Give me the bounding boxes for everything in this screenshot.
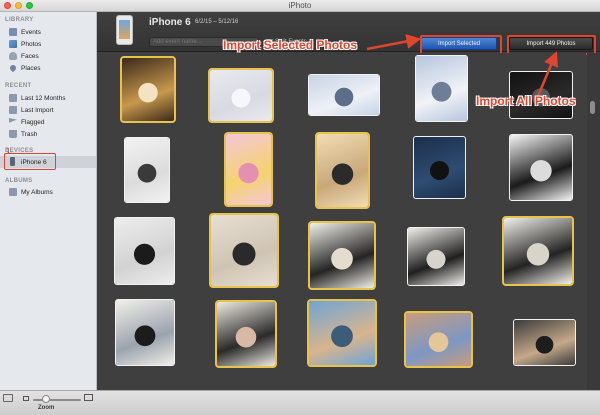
photo-kitten-blue-blanket[interactable]: [413, 136, 466, 199]
photo-snow-tree[interactable]: [208, 68, 274, 123]
sidebar-item-label: Events: [21, 28, 41, 36]
annotation-import-selected: Import Selected Photos: [223, 38, 358, 52]
iphone-thumbnail-icon: [116, 15, 133, 45]
photo-kitten-white-room[interactable]: [114, 217, 175, 285]
photo-group-room[interactable]: [513, 319, 576, 366]
sidebar-item-faces[interactable]: Faces: [0, 50, 96, 62]
sidebar: LIBRARY Events Photos Faces Places RECEN…: [0, 12, 97, 390]
sidebar-item-events[interactable]: Events: [0, 26, 96, 38]
photo-sunset-landscape[interactable]: [404, 311, 473, 368]
highlight-box-import-all: [507, 35, 596, 55]
photo-two-cats[interactable]: [115, 299, 175, 366]
sidebar-item-places[interactable]: Places: [0, 62, 96, 74]
highlight-box-import-selected: [420, 35, 502, 55]
sidebar-item-label: Photos: [21, 40, 42, 48]
photo-kitten-closeup[interactable]: [308, 221, 376, 290]
device-name: iPhone 6: [149, 17, 191, 28]
zoom-slider-knob[interactable]: [41, 395, 50, 403]
photo-snowy-field[interactable]: [308, 74, 380, 116]
zoom-slider[interactable]: [33, 399, 81, 401]
places-icon: [8, 63, 18, 73]
import-icon: [9, 106, 17, 114]
highlight-box-iphone: [4, 153, 56, 170]
photo-person-snow[interactable]: [124, 137, 170, 203]
sidebar-item-my-albums[interactable]: My Albums: [0, 186, 96, 198]
window-title: iPhoto: [288, 1, 312, 10]
scroll-thumb[interactable]: [590, 101, 595, 114]
photo-kitten-fluffy[interactable]: [502, 216, 574, 286]
title-bar: iPhoto: [0, 0, 600, 12]
faces-icon: [9, 52, 17, 60]
photo-kitten-feet[interactable]: [215, 300, 277, 368]
sidebar-item-flagged[interactable]: Flagged: [0, 116, 96, 128]
events-icon: [9, 28, 17, 36]
sidebar-section-albums: ALBUMS: [5, 178, 33, 184]
photos-icon: [9, 40, 17, 48]
sidebar-item-label: Trash: [21, 130, 38, 138]
sidebar-item-last-12-months[interactable]: Last 12 Months: [0, 92, 96, 104]
photo-cartoon-cats[interactable]: [224, 132, 273, 207]
bottom-toolbar: Zoom: [0, 390, 600, 415]
sidebar-item-label: My Albums: [21, 188, 53, 196]
sidebar-item-label: Flagged: [21, 118, 45, 126]
date-range: 6/2/15 – 5/12/16: [195, 19, 239, 25]
flag-icon: [9, 118, 17, 123]
fullscreen-icon[interactable]: [3, 394, 13, 402]
calendar-icon: [9, 94, 17, 102]
zoom-out-icon[interactable]: [23, 396, 29, 401]
zoom-label: Zoom: [38, 405, 55, 411]
sidebar-item-label: Faces: [21, 52, 39, 60]
sidebar-section-recent: RECENT: [5, 83, 32, 89]
trash-icon: [9, 130, 17, 138]
photo-snow-branches[interactable]: [415, 55, 468, 122]
sidebar-item-label: Places: [21, 64, 41, 72]
photo-kitten-on-floor[interactable]: [315, 132, 370, 209]
sidebar-item-label: Last Import: [21, 106, 54, 114]
iphoto-window: iPhoto LIBRARY Events Photos Faces Place…: [0, 0, 600, 415]
grid-scrollbar[interactable]: [587, 53, 600, 390]
sidebar-item-last-import[interactable]: Last Import: [0, 104, 96, 116]
sidebar-item-trash[interactable]: Trash: [0, 128, 96, 140]
photo-couple-beach[interactable]: [307, 299, 377, 367]
photo-kitten-bed[interactable]: [209, 213, 279, 288]
sidebar-item-label: Last 12 Months: [21, 94, 66, 102]
photo-snow-village-night[interactable]: [120, 56, 176, 123]
sidebar-item-photos[interactable]: Photos: [0, 38, 96, 50]
photo-black-kitten-face[interactable]: [509, 134, 573, 201]
photo-kitten-lying[interactable]: [407, 227, 465, 286]
sidebar-section-library: LIBRARY: [5, 17, 34, 23]
annotation-import-all: Import All Photos: [476, 94, 576, 108]
albums-icon: [9, 188, 17, 196]
zoom-in-icon[interactable]: [84, 394, 93, 401]
